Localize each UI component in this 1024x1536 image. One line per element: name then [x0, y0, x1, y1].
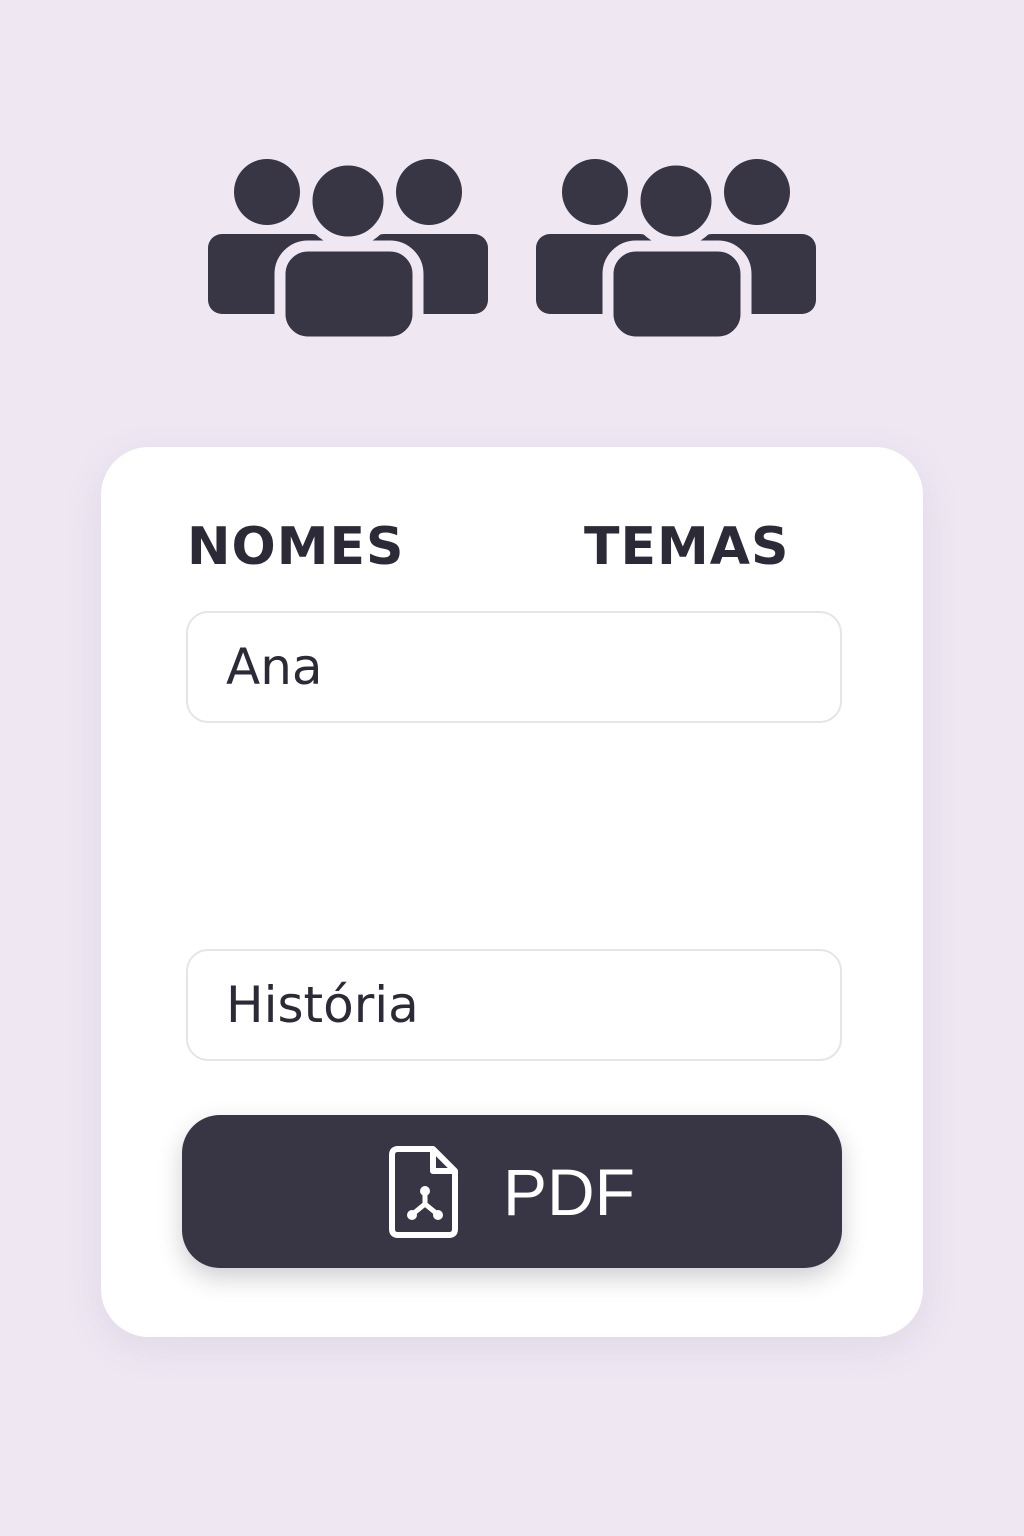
pdf-button[interactable]: PDF: [182, 1115, 842, 1268]
themes-column-label: TEMAS: [584, 517, 790, 577]
theme-field[interactable]: História: [186, 949, 842, 1061]
pdf-button-label: PDF: [503, 1154, 635, 1229]
group-icon: [536, 154, 816, 346]
name-field-value: Ana: [226, 638, 323, 696]
pdf-file-icon: [389, 1145, 458, 1238]
theme-field-value: História: [226, 976, 419, 1034]
names-column-label: NOMES: [187, 517, 405, 577]
name-field[interactable]: Ana: [186, 611, 842, 723]
group-icon: [208, 154, 488, 346]
header-icons: [0, 150, 1024, 350]
